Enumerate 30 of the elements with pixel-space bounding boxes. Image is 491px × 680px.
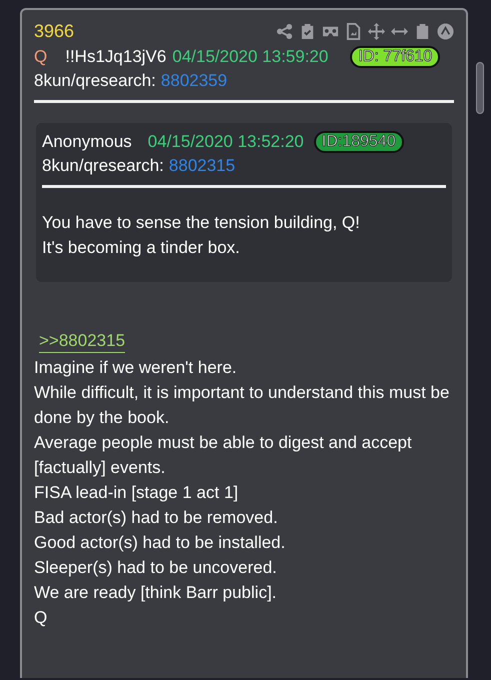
clipboard-check-icon[interactable] [299,22,316,40]
post-text-line: It's becoming a tinder box. [42,237,241,259]
timestamp: 04/15/2020 13:52:20 [148,132,304,152]
post-text-line: Imagine if we weren't here. [34,357,238,379]
board-name: 8kun/qresearch: [34,71,156,90]
author-name: Anonymous [42,132,132,152]
post-text-line: You have to sense the tension building, Q! [42,212,361,234]
post-text-line: Q [34,607,48,629]
collapse-icon[interactable] [437,22,454,40]
scrollbar[interactable] [476,62,484,114]
post-text-line: Bad actor(s) had to be removed. [34,507,279,529]
post-number[interactable]: 3966 [34,20,74,42]
post-text-line: Average people must be able to digest and accept [factually] events. [34,432,413,479]
reply-link[interactable]: >>8802315 [39,330,126,353]
id-badge: ID:189540 [314,131,404,153]
post-text-line: FISA lead-in [stage 1 act 1] [34,482,240,504]
clipboard-icon[interactable] [414,22,431,40]
tripcode: !!Hs1Jq13jV6 [65,47,166,67]
post-text-line: We are ready [think Barr public]. [34,582,278,604]
post-text-line: Good actor(s) had to be installed. [34,532,286,554]
post-link[interactable]: 8802315 [168,156,236,175]
post-text-line: While difficult, it is important to understand this must be done by the book. [34,382,450,429]
id-badge: ID: 77f610 [350,46,440,68]
document-icon[interactable] [345,22,362,40]
timestamp: 04/15/2020 13:59:20 [172,47,328,67]
board-name: 8kun/qresearch: [42,156,164,175]
move-arrows-icon[interactable] [368,22,385,40]
share-icon[interactable] [276,22,293,40]
author-name: Q [34,47,48,67]
post-text-line: Sleeper(s) had to be uncovered. [34,557,278,579]
